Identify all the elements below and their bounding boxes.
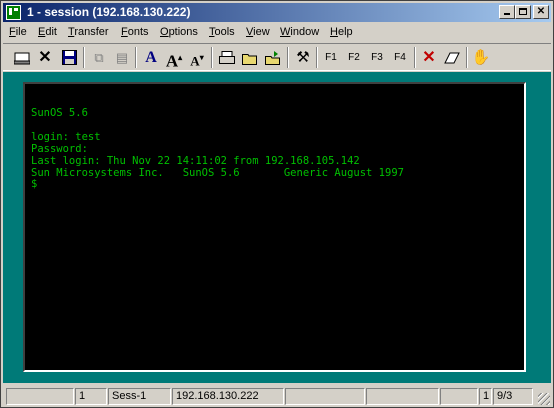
font-icon[interactable]: A <box>140 47 162 68</box>
toolbar-separator <box>83 47 85 68</box>
status-cell-6 <box>366 388 439 405</box>
maximize-button[interactable] <box>515 5 531 19</box>
status-cell-5 <box>285 388 365 405</box>
f3-key[interactable]: F3 <box>366 47 388 68</box>
menu-transfer[interactable]: Transfer <box>68 25 109 40</box>
status-cell-cursor: 9/3 <box>493 388 533 405</box>
resize-grip-icon[interactable] <box>538 393 550 405</box>
menu-window[interactable]: Window <box>280 25 319 40</box>
minimize-button[interactable] <box>499 5 515 19</box>
minimize-icon <box>504 13 510 15</box>
copy-icon[interactable]: ⧉ <box>88 47 110 68</box>
print-icon[interactable] <box>216 47 238 68</box>
maximize-icon <box>519 8 527 15</box>
f1-key[interactable]: F1 <box>320 47 342 68</box>
toolbar-separator <box>414 47 416 68</box>
status-cell-2: 1 <box>75 388 107 405</box>
menu-help[interactable]: Help <box>330 25 353 40</box>
menu-file[interactable]: File <box>9 25 27 40</box>
toolbar-separator <box>211 47 213 68</box>
open-folder-icon[interactable] <box>239 47 261 68</box>
status-cell-8: 1 <box>479 388 492 405</box>
f2-key[interactable]: F2 <box>343 47 365 68</box>
status-cell-host: 192.168.130.222 <box>172 388 284 405</box>
send-file-icon[interactable] <box>262 47 284 68</box>
f4-key[interactable]: F4 <box>389 47 411 68</box>
toolbar-separator <box>135 47 137 68</box>
menu-options[interactable]: Options <box>160 25 198 40</box>
toolbar-separator <box>466 47 468 68</box>
menu-edit[interactable]: Edit <box>38 25 57 40</box>
font-larger-icon[interactable]: A▴ <box>163 47 185 71</box>
tools-icon[interactable]: ⚒ <box>292 47 314 68</box>
app-icon[interactable] <box>6 5 21 20</box>
menu-tools[interactable]: Tools <box>209 25 235 40</box>
status-cell-session: Sess-1 <box>108 388 171 405</box>
title-bar[interactable]: 1 - session (192.168.130.222) ✕ <box>3 3 551 22</box>
disconnect-icon[interactable]: ✕ <box>34 47 56 68</box>
app-window: 1 - session (192.168.130.222) ✕ File Edi… <box>0 0 554 408</box>
font-smaller-icon[interactable]: A▾ <box>186 47 208 68</box>
menu-fonts[interactable]: Fonts <box>121 25 149 40</box>
toolbar-separator <box>287 47 289 68</box>
close-icon: ✕ <box>536 6 546 17</box>
toolbar-separator <box>316 47 318 68</box>
status-bar: 1 Sess-1 192.168.130.222 1 9/3 <box>3 387 551 406</box>
hand-icon[interactable]: ✋ <box>470 47 492 68</box>
close-button[interactable]: ✕ <box>533 5 549 19</box>
menu-view[interactable]: View <box>246 25 270 40</box>
stop-icon[interactable]: ✕ <box>418 47 440 68</box>
terminal-output: SunOS 5.6 login: test Password: Last log… <box>31 107 404 191</box>
window-title: 1 - session (192.168.130.222) <box>27 5 191 19</box>
connect-icon[interactable] <box>11 47 33 68</box>
terminal-screen[interactable]: SunOS 5.6 login: test Password: Last log… <box>23 82 526 372</box>
eraser-icon[interactable] <box>441 47 463 68</box>
toolbar: ✕ ⧉ ▤ A A▴ A▾ ⚒ F1 F2 F3 F4 ✕ ✋ <box>3 43 551 71</box>
paste-icon[interactable]: ▤ <box>111 47 133 68</box>
menu-bar: File Edit Transfer Fonts Options Tools V… <box>3 23 551 42</box>
status-cell-1 <box>6 388 74 405</box>
status-cell-7 <box>440 388 478 405</box>
save-icon[interactable] <box>58 47 80 68</box>
